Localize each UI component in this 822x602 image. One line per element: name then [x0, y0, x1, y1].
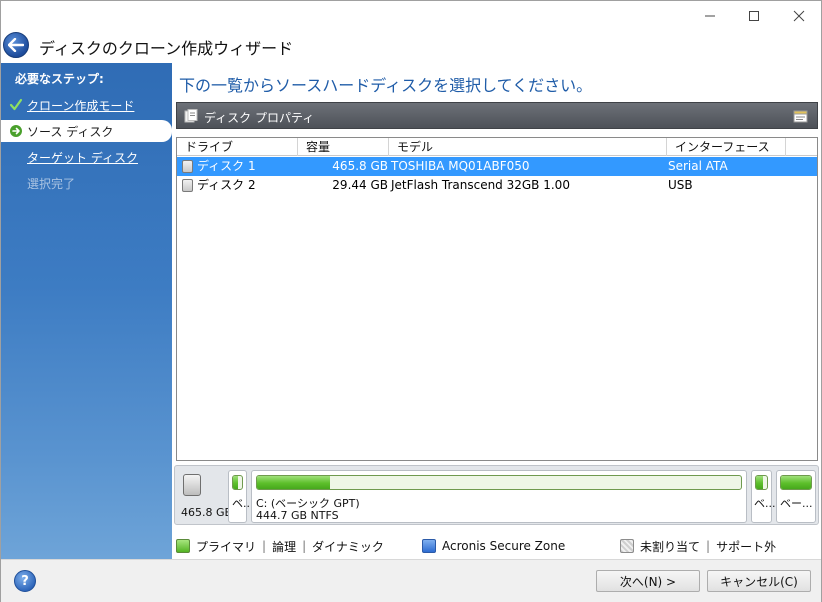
back-arrow-icon — [8, 38, 24, 52]
disk-icon — [182, 179, 193, 192]
table-header: ドライブ 容量 モデル インターフェース — [177, 138, 817, 156]
partition-block[interactable]: ベ... — [751, 470, 776, 523]
partition-usage-bar — [755, 475, 768, 490]
wizard-window: ディスクのクローン作成ウィザード 必要なステップ: クローン作成モード ソース … — [0, 0, 822, 602]
partition-usage-fill — [781, 476, 811, 489]
properties-icon — [184, 109, 198, 123]
disk-size: 465.8 GB — [181, 506, 233, 519]
cell-capacity: 465.8 GB — [332, 159, 388, 173]
back-button[interactable] — [3, 32, 29, 58]
instruction-heading: 下の一覧からソースハードディスクを選択してください。 — [179, 76, 593, 95]
partition-usage-bar — [780, 475, 812, 490]
legend-secure-zone-label: Acronis Secure Zone — [442, 539, 566, 553]
disk-properties-label: ディスク プロパティ — [204, 111, 315, 125]
minimize-button[interactable] — [687, 1, 733, 31]
maximize-button[interactable] — [731, 1, 777, 31]
steps-heading: 必要なステップ: — [15, 72, 104, 86]
partition-usage-fill — [257, 476, 330, 489]
help-icon: ? — [21, 573, 29, 589]
table-row[interactable]: ディスク 1 465.8 GB TOSHIBA MQ01ABF050 Seria… — [177, 157, 817, 176]
next-button[interactable]: 次へ(N) > — [596, 570, 700, 592]
legend-unallocated: 未割り当て | サポート外 — [620, 538, 776, 554]
cell-drive: ディスク 1 — [197, 159, 256, 173]
maximize-icon — [749, 11, 759, 21]
step-target-disk[interactable]: ターゲット ディスク — [1, 146, 172, 168]
column-header-drive[interactable]: ドライブ — [177, 138, 298, 156]
cell-model: JetFlash Transcend 32GB 1.00 — [391, 178, 570, 192]
step-finish: 選択完了 — [1, 172, 172, 194]
checkmark-icon — [9, 98, 23, 112]
steps-sidebar: 必要なステップ: クローン作成モード ソース ディスク ターゲット ディスク 選… — [1, 63, 172, 559]
legend-unsupported: サポート外 — [716, 539, 777, 554]
disk-summary: 465.8 GB — [179, 472, 232, 520]
primary-swatch-icon — [176, 539, 190, 553]
disk-table: ドライブ 容量 モデル インターフェース ディスク 1 465.8 GB TOS… — [176, 137, 818, 461]
partition-usage-bar — [256, 475, 742, 490]
legend-primary: プライマリ — [196, 539, 257, 554]
legend-unallocated-label: 未割り当て — [640, 539, 701, 554]
partition-usage-fill — [756, 476, 763, 489]
partition-usage-fill — [233, 476, 239, 489]
minimize-icon — [705, 15, 715, 17]
step-clone-mode[interactable]: クローン作成モード — [1, 94, 172, 116]
close-icon — [793, 10, 805, 22]
cell-interface: Serial ATA — [668, 159, 728, 173]
unallocated-swatch-icon — [620, 539, 634, 553]
legend-secure-zone: Acronis Secure Zone — [422, 538, 565, 554]
wizard-footer: ? 次へ(N) > キャンセル(C) — [1, 559, 821, 602]
step-label: ソース ディスク — [27, 124, 114, 139]
step-source-disk[interactable]: ソース ディスク — [1, 120, 172, 142]
cell-capacity: 29.44 GB — [332, 178, 388, 192]
partition-label: ベ... — [754, 497, 776, 510]
column-header-interface[interactable]: インターフェース — [667, 138, 786, 156]
cell-interface: USB — [668, 178, 693, 192]
partition-label: ベー... — [780, 497, 813, 510]
hard-disk-icon — [183, 474, 201, 496]
column-chooser-icon[interactable] — [793, 108, 809, 124]
close-button[interactable] — [776, 1, 822, 31]
cancel-button[interactable]: キャンセル(C) — [707, 570, 811, 592]
partition-detail: 444.7 GB NTFS — [256, 509, 339, 522]
step-label: クローン作成モード — [27, 98, 135, 113]
legend-separator: | — [302, 539, 307, 553]
partition-usage-bar — [232, 475, 243, 490]
column-header-model[interactable]: モデル — [389, 138, 667, 156]
current-step-arrow-icon — [9, 124, 23, 138]
partition-block[interactable]: ベー... — [776, 470, 816, 523]
secure-zone-swatch-icon — [422, 539, 436, 553]
disk-icon — [182, 160, 193, 173]
help-button[interactable]: ? — [14, 570, 36, 592]
column-header-capacity[interactable]: 容量 — [298, 138, 389, 156]
legend-separator: | — [262, 539, 267, 553]
disk-properties-bar[interactable]: ディスク プロパティ — [176, 102, 818, 129]
partition-block[interactable]: ベ... — [228, 470, 254, 523]
step-label: 選択完了 — [27, 176, 76, 191]
legend-dynamic: ダイナミック — [312, 539, 384, 554]
disk-layout-map: 465.8 GB ベ... C: (ベーシック GPT) 444.7 GB NT… — [174, 465, 819, 525]
cell-model: TOSHIBA MQ01ABF050 — [391, 159, 530, 173]
legend-partition-types: プライマリ | 論理 | ダイナミック — [176, 538, 384, 554]
legend-separator: | — [706, 539, 711, 553]
cell-drive: ディスク 2 — [197, 178, 256, 192]
legend-logical: 論理 — [272, 539, 297, 554]
wizard-title: ディスクのクローン作成ウィザード — [39, 39, 294, 58]
partition-block[interactable]: C: (ベーシック GPT) 444.7 GB NTFS — [251, 470, 747, 523]
table-row[interactable]: ディスク 2 29.44 GB JetFlash Transcend 32GB … — [177, 176, 817, 195]
title-row: ディスクのクローン作成ウィザード — [1, 29, 822, 63]
step-label: ターゲット ディスク — [27, 150, 138, 165]
